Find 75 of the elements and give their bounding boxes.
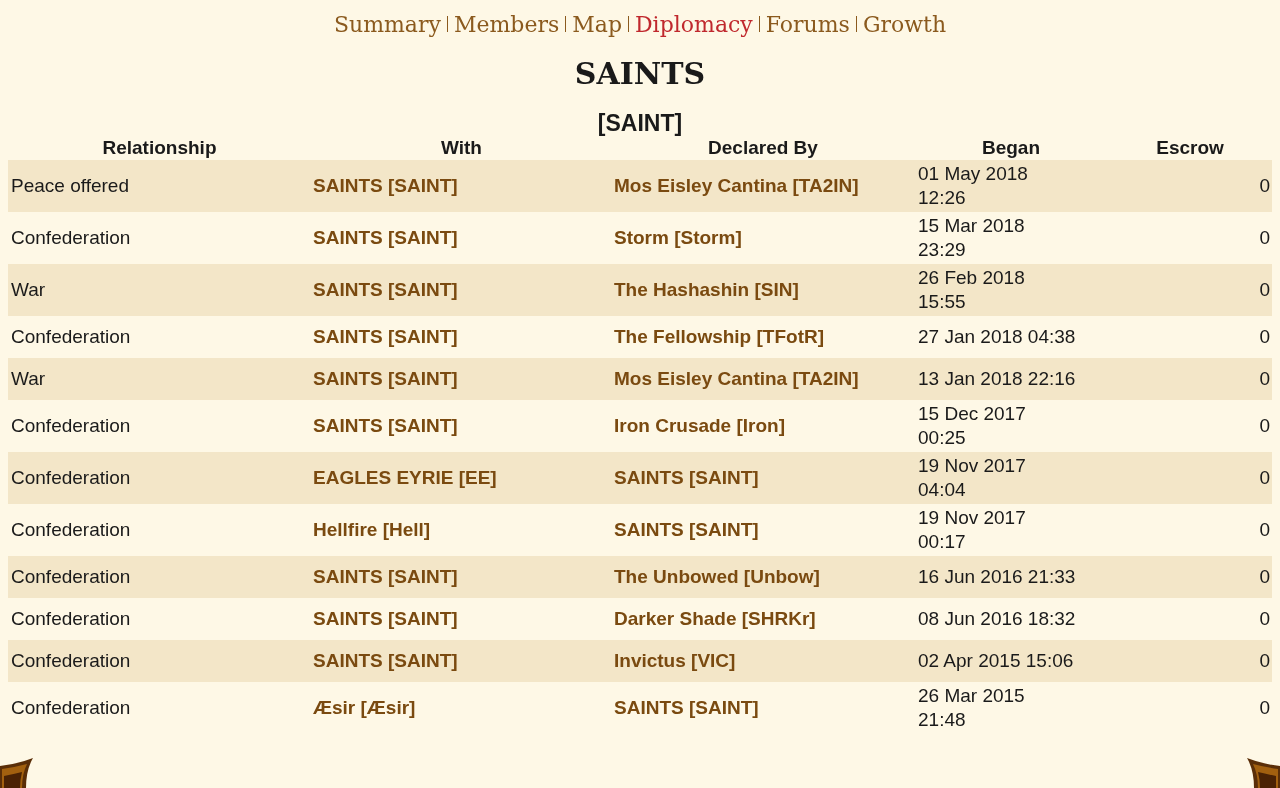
table-cell: 0 [1259,519,1270,540]
table-cell: 15 Dec 2017 00:25 [918,403,1026,448]
nav-link[interactable]: Map [572,7,622,41]
clan-link[interactable]: SAINTS [SAINT] [313,227,458,248]
table-cell: 0 [1259,467,1270,488]
nav-link[interactable]: Diplomacy [635,7,753,41]
column-header: Declared By [707,136,819,160]
table-cell: Confederation [11,650,131,671]
clan-link[interactable]: SAINTS [SAINT] [313,368,458,389]
clan-link[interactable]: SAINTS [SAINT] [313,279,458,300]
table-cell: 0 [1259,279,1270,300]
clan-link[interactable]: SAINTS [SAINT] [614,697,759,718]
column-header: Began [980,136,1042,160]
table-cell: 0 [1259,415,1270,436]
table-cell: 0 [1259,697,1270,718]
clan-link[interactable]: Storm [Storm] [614,227,742,248]
table-cell: Confederation [11,519,131,540]
table-cell: 02 Apr 2015 15:06 [918,650,1074,671]
table-cell: 01 May 2018 12:26 [918,163,1028,208]
clan-link[interactable]: Invictus [VIC] [614,650,736,671]
clan-link[interactable]: Hellfire [Hell] [313,519,431,540]
nav-link[interactable]: Growth [862,7,947,41]
clan-link[interactable]: The Unbowed [Unbow] [614,566,820,587]
nav-link[interactable]: Forums [765,7,850,41]
clan-link[interactable]: SAINTS [SAINT] [313,175,458,196]
clan-link[interactable]: SAINTS [SAINT] [313,415,458,436]
nav-link[interactable]: Summary [333,7,441,41]
column-header: With [440,136,483,160]
column-header: Relationship [101,136,218,160]
table-cell: 0 [1259,227,1270,248]
table-cell: 0 [1259,368,1270,389]
table-cell: War [11,279,46,300]
clan-link[interactable]: Mos Eisley Cantina [TA2IN] [614,368,859,389]
table-cell: Confederation [11,467,131,488]
clan-tag: [SAINT] [597,110,683,136]
table-cell: 0 [1259,650,1270,671]
table-cell: Confederation [11,415,131,436]
clan-link[interactable]: The Hashashin [SIN] [614,279,799,300]
clan-link[interactable]: SAINTS [SAINT] [313,608,458,629]
table-cell: 0 [1259,175,1270,196]
table-cell: Confederation [11,326,131,347]
table-cell: 0 [1259,608,1270,629]
table-cell: 0 [1259,566,1270,587]
clan-link[interactable]: SAINTS [SAINT] [313,650,458,671]
table-cell: 15 Mar 2018 23:29 [918,215,1025,260]
table-cell: 16 Jun 2016 21:33 [918,566,1076,587]
page-title: SAINTS [573,55,707,93]
table-cell: Confederation [11,608,131,629]
table-cell: 27 Jan 2018 04:38 [918,326,1076,347]
table-cell: Confederation [11,697,131,718]
corner-ornament-icon [0,756,36,788]
table-cell: Confederation [11,566,131,587]
clan-link[interactable]: SAINTS [SAINT] [614,467,759,488]
table-cell: 19 Nov 2017 00:17 [918,507,1026,552]
table-cell: 26 Feb 2018 15:55 [918,267,1025,312]
clan-link[interactable]: EAGLES EYRIE [EE] [313,467,497,488]
clan-link[interactable]: Mos Eisley Cantina [TA2IN] [614,175,859,196]
table-cell: 13 Jan 2018 22:16 [918,368,1076,389]
clan-link[interactable]: SAINTS [SAINT] [614,519,759,540]
table-cell: 19 Nov 2017 04:04 [918,455,1026,500]
clan-link[interactable]: SAINTS [SAINT] [313,326,458,347]
table-cell: Peace offered [11,175,129,196]
table-cell: 08 Jun 2016 18:32 [918,608,1076,629]
table-cell: 0 [1259,326,1270,347]
table-cell: 26 Mar 2015 21:48 [918,685,1025,730]
table-cell: War [11,368,46,389]
clan-link[interactable]: Darker Shade [SHRKr] [614,608,816,629]
column-header: Escrow [1155,136,1225,160]
clan-link[interactable]: Iron Crusade [Iron] [614,415,785,436]
clan-link[interactable]: SAINTS [SAINT] [313,566,458,587]
table-cell: Confederation [11,227,131,248]
corner-ornament-icon [1244,756,1280,788]
clan-link[interactable]: Æsir [Æsir] [313,697,416,718]
nav-link[interactable]: Members [453,7,560,41]
clan-link[interactable]: The Fellowship [TFotR] [614,326,825,347]
